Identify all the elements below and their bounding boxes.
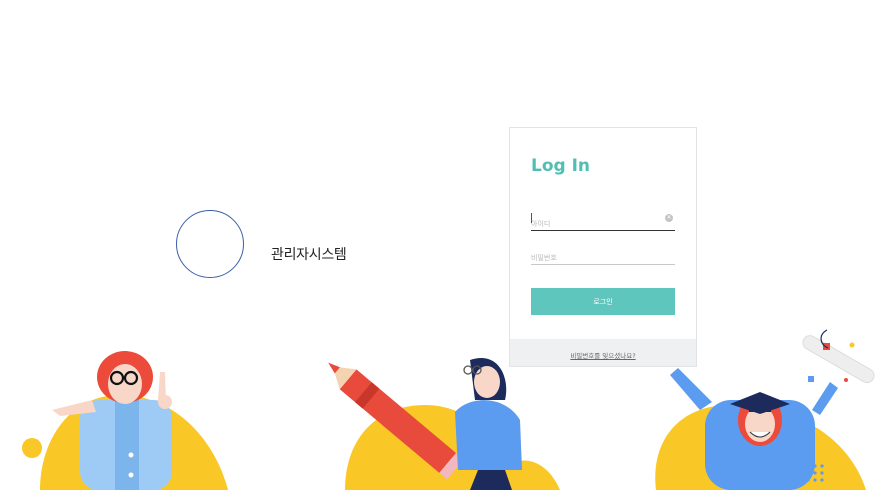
logo-circle: [176, 210, 244, 278]
teacher-illustration: [22, 351, 228, 490]
id-input[interactable]: [531, 216, 651, 232]
id-field: ✕: [531, 211, 675, 232]
system-title: 관리자시스템: [271, 247, 347, 263]
password-input[interactable]: [531, 250, 651, 266]
login-card: Log In ✕ 로그인 비밀번호를 잊으셨나요?: [509, 127, 697, 367]
password-field: [531, 245, 675, 266]
card-footer: 비밀번호를 잊으셨나요?: [510, 339, 696, 366]
background-illustrations: [22, 329, 875, 490]
login-button[interactable]: 로그인: [531, 288, 675, 315]
find-password-link[interactable]: 비밀번호를 잊으셨나요?: [570, 352, 635, 360]
student-pencil-illustration: [328, 358, 560, 490]
clear-input-icon[interactable]: ✕: [665, 214, 673, 222]
login-title: Log In: [531, 156, 591, 176]
text-cursor: [531, 213, 532, 223]
